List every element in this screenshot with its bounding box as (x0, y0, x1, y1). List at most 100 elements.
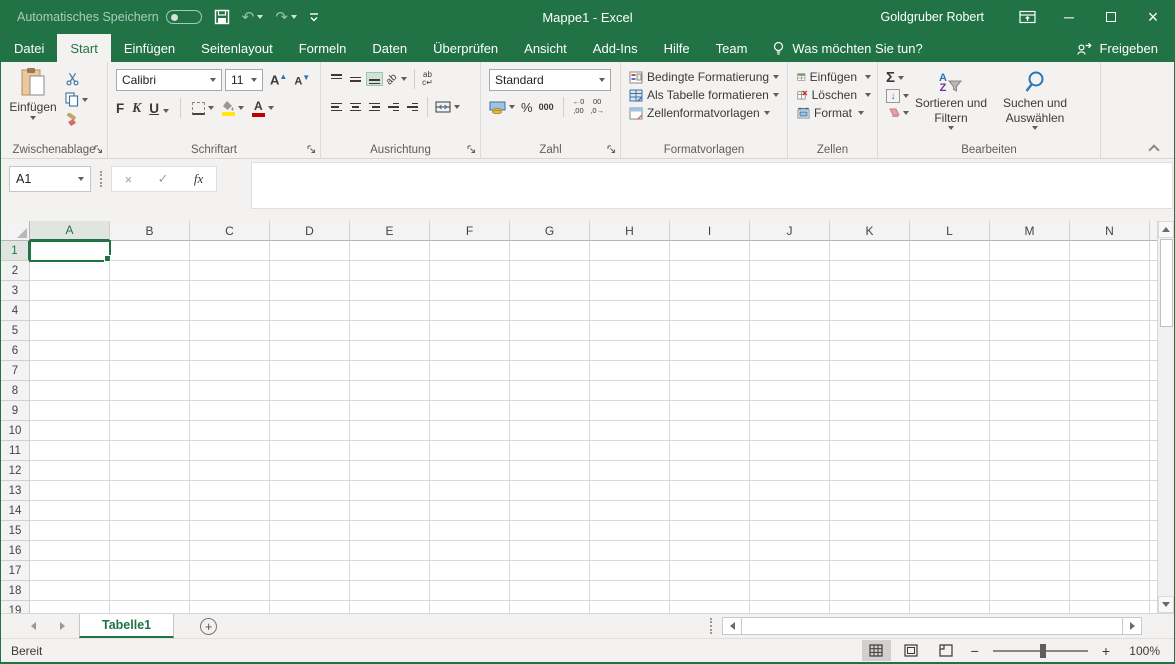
decrease-indent-button[interactable] (386, 101, 401, 113)
cell-F1[interactable] (430, 241, 510, 261)
cell-M9[interactable] (990, 401, 1070, 421)
cell-A5[interactable] (30, 321, 110, 341)
scroll-left-button[interactable] (722, 617, 742, 635)
cell-G10[interactable] (510, 421, 590, 441)
previous-sheet-button[interactable] (31, 622, 36, 630)
user-name[interactable]: Goldgruber Robert (880, 10, 984, 24)
cell-A8[interactable] (30, 381, 110, 401)
cell-K7[interactable] (830, 361, 910, 381)
font-dialog-launcher[interactable] (307, 145, 316, 154)
orientation-dropdown-icon[interactable] (401, 77, 407, 81)
cell-I13[interactable] (670, 481, 750, 501)
cell-C6[interactable] (190, 341, 270, 361)
cell-G4[interactable] (510, 301, 590, 321)
cell-B8[interactable] (110, 381, 190, 401)
ribbon-tab-hilfe[interactable]: Hilfe (651, 34, 703, 62)
cell-A1[interactable] (30, 241, 110, 261)
undo-button[interactable]: ↶ (242, 8, 264, 26)
cell-M4[interactable] (990, 301, 1070, 321)
cell-G2[interactable] (510, 261, 590, 281)
row-header-5[interactable]: 5 (1, 321, 30, 341)
cell-M18[interactable] (990, 581, 1070, 601)
cell-B3[interactable] (110, 281, 190, 301)
cell-E9[interactable] (350, 401, 430, 421)
cell-M16[interactable] (990, 541, 1070, 561)
cell-G14[interactable] (510, 501, 590, 521)
cell-H9[interactable] (590, 401, 670, 421)
cell-L11[interactable] (910, 441, 990, 461)
cell-N13[interactable] (1070, 481, 1150, 501)
scroll-up-button[interactable] (1158, 221, 1174, 238)
paste-dropdown-icon[interactable] (30, 116, 36, 120)
fill-button[interactable]: ↓ (886, 89, 909, 103)
column-header-B[interactable]: B (110, 221, 190, 241)
cell-G12[interactable] (510, 461, 590, 481)
align-right-button[interactable] (367, 101, 382, 113)
clear-button[interactable] (886, 107, 909, 118)
cell-M17[interactable] (990, 561, 1070, 581)
cell-K14[interactable] (830, 501, 910, 521)
cell-H16[interactable] (590, 541, 670, 561)
row-header-1[interactable]: 1 (1, 241, 30, 261)
scroll-right-button[interactable] (1122, 617, 1142, 635)
cell-D13[interactable] (270, 481, 350, 501)
orientation-button[interactable]: ab (384, 71, 400, 87)
cell-G13[interactable] (510, 481, 590, 501)
cell-A17[interactable] (30, 561, 110, 581)
cell-G9[interactable] (510, 401, 590, 421)
cell-L6[interactable] (910, 341, 990, 361)
fill-color-button[interactable] (222, 101, 244, 116)
enter-button[interactable]: ✓ (158, 171, 169, 187)
cell-J5[interactable] (750, 321, 830, 341)
cell-B12[interactable] (110, 461, 190, 481)
cell-B17[interactable] (110, 561, 190, 581)
zoom-slider-thumb[interactable] (1040, 644, 1046, 658)
increase-indent-button[interactable] (405, 101, 420, 113)
cell-K4[interactable] (830, 301, 910, 321)
cell-L17[interactable] (910, 561, 990, 581)
cancel-button[interactable]: × (125, 172, 133, 187)
cell-L19[interactable] (910, 601, 990, 613)
cell-F9[interactable] (430, 401, 510, 421)
currency-dropdown-icon[interactable] (509, 105, 515, 109)
cell-G1[interactable] (510, 241, 590, 261)
cell-F3[interactable] (430, 281, 510, 301)
decrease-font-button[interactable]: A▼ (294, 73, 310, 88)
ribbon-tab-ansicht[interactable]: Ansicht (511, 34, 580, 62)
cell-J16[interactable] (750, 541, 830, 561)
find-select-button[interactable]: Suchen und Auswählen (993, 68, 1077, 130)
cell-G19[interactable] (510, 601, 590, 613)
cell-N3[interactable] (1070, 281, 1150, 301)
cell-G8[interactable] (510, 381, 590, 401)
row-header-19[interactable]: 19 (1, 601, 30, 613)
cell-E18[interactable] (350, 581, 430, 601)
formula-input[interactable] (251, 162, 1173, 209)
cell-N18[interactable] (1070, 581, 1150, 601)
cell-F14[interactable] (430, 501, 510, 521)
cell-B4[interactable] (110, 301, 190, 321)
cell-C7[interactable] (190, 361, 270, 381)
column-header-E[interactable]: E (350, 221, 430, 241)
ribbon-tab-daten[interactable]: Daten (359, 34, 420, 62)
format-cells-button[interactable]: Format (797, 106, 871, 120)
cell-H5[interactable] (590, 321, 670, 341)
cell-I18[interactable] (670, 581, 750, 601)
cell-C12[interactable] (190, 461, 270, 481)
cell-N6[interactable] (1070, 341, 1150, 361)
page-break-preview-button[interactable] (932, 640, 961, 661)
cell-G17[interactable] (510, 561, 590, 581)
cell-K18[interactable] (830, 581, 910, 601)
cell-K13[interactable] (830, 481, 910, 501)
number-dialog-launcher[interactable] (607, 145, 616, 154)
cell-I19[interactable] (670, 601, 750, 613)
cell-A2[interactable] (30, 261, 110, 281)
cell-K1[interactable] (830, 241, 910, 261)
customize-qat-button[interactable] (309, 11, 319, 23)
insert-function-button[interactable]: fx (194, 171, 203, 187)
insert-cells-button[interactable]: Einfügen (797, 70, 871, 84)
cell-K3[interactable] (830, 281, 910, 301)
column-header-L[interactable]: L (910, 221, 990, 241)
sort-filter-button[interactable]: AZ Sortieren und Filtern (909, 68, 993, 130)
row-header-13[interactable]: 13 (1, 481, 30, 501)
cell-J9[interactable] (750, 401, 830, 421)
